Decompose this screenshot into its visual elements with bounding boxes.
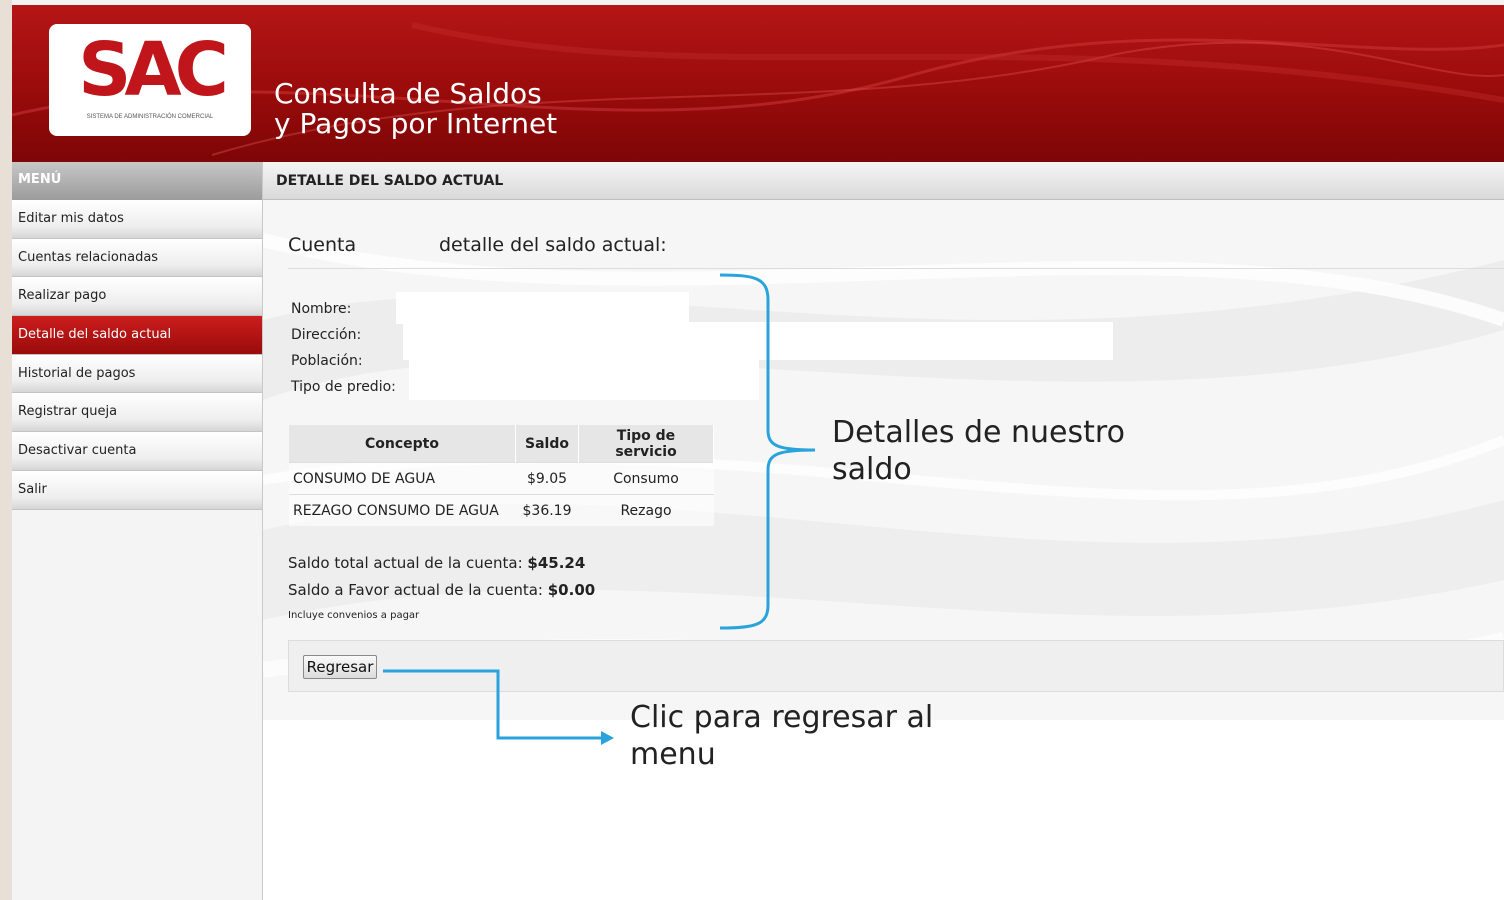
annotation-back-line1: Clic para regresar al [630, 700, 934, 735]
sidebar-item-desactivar-cuenta[interactable]: Desactivar cuenta [12, 432, 262, 471]
redacted-area [403, 322, 1113, 360]
cell-concepto: CONSUMO DE AGUA [289, 462, 516, 495]
favor-balance-value: $0.00 [547, 581, 596, 599]
account-detail-label: detalle del saldo actual: [439, 234, 667, 256]
total-balance-label: Saldo total actual de la cuenta: [288, 554, 523, 572]
annotation-back-line2: menu [630, 737, 716, 772]
sidebar-item-cuentas-relacionadas[interactable]: Cuentas relacionadas [12, 238, 262, 278]
balance-detail-table: Concepto Saldo Tipo de servicio CONSUMO … [289, 425, 714, 526]
sidebar-item-editar-datos[interactable]: Editar mis datos [12, 200, 262, 239]
cell-tipo-servicio: Consumo [578, 462, 714, 495]
cell-concepto: REZAGO CONSUMO DE AGUA [289, 494, 516, 526]
redacted-area [396, 292, 689, 324]
tipo-predio-label: Tipo de predio: [291, 379, 396, 395]
regresar-button[interactable]: Regresar [303, 655, 377, 679]
cell-saldo: $36.19 [515, 494, 579, 526]
menu-header: MENÚ [12, 162, 262, 200]
left-border-strip [0, 0, 12, 900]
column-header-saldo: Saldo [515, 425, 579, 463]
app-title-line2: y Pagos por Internet [274, 107, 558, 140]
sidebar-item-salir[interactable]: Salir [12, 470, 262, 510]
column-header-concepto: Concepto [289, 425, 516, 463]
sidebar-item-registrar-queja[interactable]: Registrar queja [12, 393, 262, 433]
app-title: Consulta de Saldos y Pagos por Internet [274, 79, 557, 139]
sidebar-item-detalle-saldo[interactable]: Detalle del saldo actual [12, 316, 262, 355]
divider [288, 268, 1504, 269]
total-balance-value: $45.24 [527, 554, 586, 572]
sidebar-menu: MENÚ Editar mis datos Cuentas relacionad… [12, 162, 263, 900]
poblacion-label: Población: [291, 353, 363, 369]
app-title-line1: Consulta de Saldos [274, 77, 542, 110]
button-bar [288, 640, 1504, 692]
annotation-details-line1: Detalles de nuestro [832, 415, 1125, 450]
favor-balance-label: Saldo a Favor actual de la cuenta: [288, 581, 543, 599]
logo-text: SAC [78, 27, 229, 113]
convenios-note: Incluye convenios a pagar [288, 610, 420, 621]
annotation-details-line2: saldo [832, 452, 912, 487]
section-title: DETALLE DEL SALDO ACTUAL [263, 162, 1504, 200]
app-header: SAC SISTEMA DE ADMINISTRACIÓN COMERCIAL … [12, 5, 1504, 162]
column-header-tipo-servicio: Tipo de servicio [578, 425, 714, 463]
cell-saldo: $9.05 [515, 462, 579, 495]
favor-balance-line: Saldo a Favor actual de la cuenta: $0.00 [288, 581, 595, 599]
account-label: Cuenta [288, 234, 357, 256]
account-row: Cuenta detalle del saldo actual: [288, 234, 667, 256]
logo-subtitle: SISTEMA DE ADMINISTRACIÓN COMERCIAL [86, 114, 214, 120]
table-row: REZAGO CONSUMO DE AGUA $36.19 Rezago [289, 494, 714, 526]
nombre-label: Nombre: [291, 301, 352, 317]
sac-logo: SAC SISTEMA DE ADMINISTRACIÓN COMERCIAL [49, 24, 251, 136]
main-content: DETALLE DEL SALDO ACTUAL Cuenta detalle … [263, 162, 1504, 900]
total-balance-line: Saldo total actual de la cuenta: $45.24 [288, 554, 585, 572]
redacted-area [409, 358, 759, 400]
sidebar-item-historial-pagos[interactable]: Historial de pagos [12, 354, 262, 394]
table-row: CONSUMO DE AGUA $9.05 Consumo [289, 462, 714, 495]
table-header-row: Concepto Saldo Tipo de servicio [289, 425, 714, 463]
annotation-details-text: Detalles de nuestro saldo [832, 414, 1125, 488]
annotation-back-text: Clic para regresar al menu [630, 699, 933, 773]
sidebar-item-realizar-pago[interactable]: Realizar pago [12, 277, 262, 317]
cell-tipo-servicio: Rezago [578, 494, 714, 526]
direccion-label: Dirección: [291, 327, 362, 343]
